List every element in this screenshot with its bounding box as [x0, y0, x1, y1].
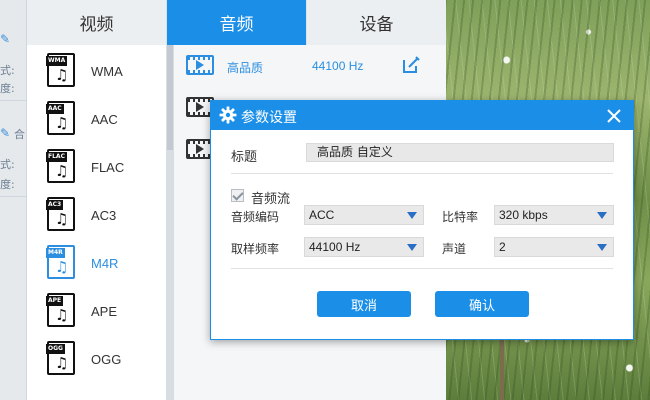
- samplerate-label: 取样频率: [231, 242, 280, 256]
- samplerate-value: 44100 Hz: [309, 240, 361, 254]
- codec-value: ACC: [309, 208, 335, 222]
- bitrate-value: 320 kbps: [499, 208, 548, 222]
- format-label: FLAC: [91, 159, 125, 175]
- tab-video[interactable]: 视频: [27, 0, 167, 45]
- cancel-button[interactable]: 取消: [317, 291, 411, 317]
- tab-device[interactable]: 设备: [307, 0, 446, 45]
- chevron-down-icon: [407, 244, 417, 251]
- format-item-ac3[interactable]: AC3 ♫ AC3: [27, 191, 166, 239]
- format-item-aac[interactable]: AAC ♫ AAC: [27, 95, 166, 143]
- pencil-icon: ✎: [0, 32, 11, 46]
- codec-select[interactable]: ACC: [304, 205, 424, 225]
- close-icon[interactable]: [603, 105, 625, 127]
- divider: [231, 268, 613, 269]
- preset-sample-rate: 44100 Hz: [312, 59, 364, 73]
- gear-icon: [219, 106, 237, 124]
- audio-file-icon: WMA ♫: [46, 53, 77, 89]
- title-field[interactable]: 高品质 自定义: [306, 143, 614, 162]
- audio-file-icon: AAC ♫: [46, 101, 77, 137]
- format-label: WMA: [91, 63, 123, 79]
- scrollbar-thumb[interactable]: [167, 45, 173, 150]
- video-file-icon: [186, 55, 214, 75]
- format-list: WMA ♫ WMA AAC ♫ AAC FLAC ♫ FLAC AC3 ♫ AC3 M4…: [27, 45, 166, 400]
- chevron-down-icon: [597, 212, 607, 219]
- background-label: 度:: [0, 178, 15, 191]
- title-field-label: 标题: [231, 150, 258, 165]
- background-label: 式:: [0, 158, 15, 171]
- audio-file-icon: FLAC ♫: [46, 149, 77, 185]
- confirm-button[interactable]: 确认: [435, 291, 529, 317]
- format-list-scrollbar[interactable]: [166, 45, 174, 400]
- channel-select[interactable]: 2: [494, 237, 614, 257]
- background-label: 度:: [0, 82, 15, 95]
- format-item-ogg[interactable]: OGG ♫ OGG: [27, 335, 166, 383]
- audio-stream-label: 音频流: [251, 192, 291, 207]
- dialog-title-bar: 参数设置: [211, 101, 633, 130]
- divider: [231, 173, 613, 174]
- format-label: AAC: [91, 111, 118, 127]
- pencil-icon: ✎: [0, 126, 11, 140]
- samplerate-select[interactable]: 44100 Hz: [304, 237, 424, 257]
- background-label: 式:: [0, 64, 15, 77]
- format-label: APE: [91, 303, 118, 319]
- format-item-wma[interactable]: WMA ♫ WMA: [27, 47, 166, 95]
- format-item-flac[interactable]: FLAC ♫ FLAC: [27, 143, 166, 191]
- format-item-m4r[interactable]: M4R ♫ M4R: [27, 239, 166, 287]
- chevron-down-icon: [597, 244, 607, 251]
- background-partial-text: 合: [14, 128, 25, 141]
- audio-stream-checkbox[interactable]: [231, 189, 244, 202]
- codec-label: 音频编码: [231, 210, 280, 224]
- audio-file-icon: OGG ♫: [46, 341, 77, 377]
- tab-bar: 视频 音频 设备: [27, 0, 446, 45]
- audio-file-icon: M4R ♫: [46, 245, 77, 281]
- preset-row[interactable]: 高品质 44100 Hz: [174, 45, 446, 87]
- audio-file-icon: AC3 ♫: [46, 197, 77, 233]
- dialog-title: 参数设置: [241, 110, 297, 126]
- bitrate-select[interactable]: 320 kbps: [494, 205, 614, 225]
- chevron-down-icon: [407, 212, 417, 219]
- tab-audio[interactable]: 音频: [167, 0, 307, 45]
- format-label: M4R: [91, 255, 119, 271]
- audio-file-icon: APE ♫: [46, 293, 77, 329]
- channel-label: 声道: [442, 242, 467, 256]
- bitrate-label: 比特率: [442, 210, 479, 224]
- parameter-settings-dialog: 参数设置 标题 高品质 自定义 音频流 音频编码 ACC 比特率 320 kbp…: [210, 100, 634, 340]
- format-label: OGG: [91, 351, 122, 367]
- format-label: AC3: [91, 207, 117, 223]
- format-item-ape[interactable]: APE ♫ APE: [27, 287, 166, 335]
- preset-quality: 高品质: [227, 61, 264, 75]
- channel-value: 2: [499, 240, 506, 254]
- edit-icon[interactable]: [401, 55, 421, 75]
